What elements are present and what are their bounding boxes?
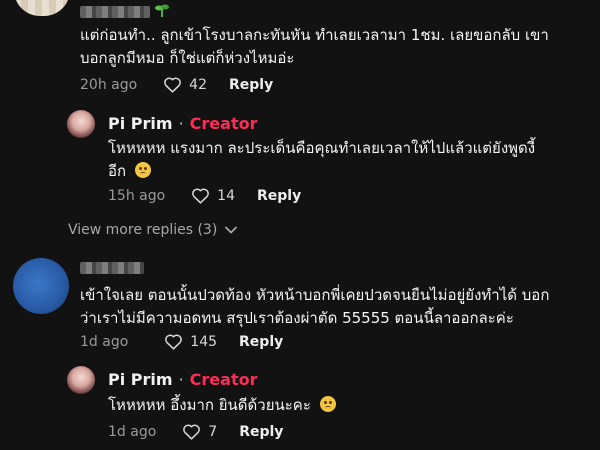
timestamp: 1d ago bbox=[108, 423, 157, 440]
view-more-replies-button[interactable]: View more replies (3) bbox=[68, 222, 238, 238]
reply-button[interactable]: Reply bbox=[229, 77, 273, 93]
reply-author[interactable]: Pi Prim · Creator bbox=[108, 370, 257, 389]
heart-outline-icon bbox=[183, 424, 201, 440]
timestamp: 20h ago bbox=[80, 76, 138, 93]
avatar[interactable] bbox=[14, 0, 70, 16]
reply-meta: 15h ago 14 Reply bbox=[108, 187, 301, 204]
comment-text: เข้าใจเลย ตอนนั้นปวดท้อง หัวหน้าบอกพี่เค… bbox=[80, 286, 550, 327]
separator: · bbox=[178, 114, 184, 133]
reply-text: โหหหหห แรงมาก ละประเด็นคือคุณทำเลยเวลาให… bbox=[108, 139, 536, 180]
timestamp: 15h ago bbox=[108, 187, 166, 204]
username-blurred[interactable] bbox=[80, 6, 150, 18]
heart-outline-icon bbox=[192, 188, 210, 204]
comment-meta: 1d ago 145 Reply bbox=[80, 333, 283, 350]
creator-avatar[interactable] bbox=[67, 366, 95, 394]
like-count: 42 bbox=[189, 76, 207, 93]
creator-avatar[interactable] bbox=[67, 110, 95, 138]
reply-text: โหหหหห อึ้งมาก ยินดีด้วยนะคะ bbox=[108, 394, 588, 417]
reply-author[interactable]: Pi Prim · Creator bbox=[108, 114, 257, 133]
username-blurred[interactable] bbox=[80, 262, 144, 274]
creator-badge: Creator bbox=[189, 370, 258, 389]
like-count: 145 bbox=[190, 333, 218, 350]
like-count: 7 bbox=[208, 423, 218, 440]
separator: · bbox=[178, 370, 184, 389]
view-more-label: View more replies (3) bbox=[68, 222, 218, 238]
sad-face-emoji-icon bbox=[134, 162, 151, 178]
comment-meta: 20h ago 42 Reply bbox=[80, 76, 273, 93]
avatar[interactable] bbox=[13, 258, 69, 314]
like-count: 14 bbox=[217, 187, 235, 204]
chevron-down-icon bbox=[225, 226, 238, 234]
author-name: Pi Prim bbox=[108, 370, 173, 389]
like-button[interactable]: 42 bbox=[163, 76, 207, 93]
heart-outline-icon bbox=[165, 334, 183, 350]
like-button[interactable]: 14 bbox=[191, 187, 235, 204]
heart-outline-icon bbox=[164, 77, 182, 93]
reply-meta: 1d ago 7 Reply bbox=[108, 423, 283, 440]
like-button[interactable]: 145 bbox=[164, 333, 217, 350]
timestamp: 1d ago bbox=[80, 333, 129, 350]
reply-button[interactable]: Reply bbox=[239, 424, 283, 440]
reply-button[interactable]: Reply bbox=[239, 334, 283, 350]
plant-emoji-icon bbox=[155, 4, 169, 17]
comment-text: แต่ก่อนทำ.. ลูกเข้าโรงบาลกะทันหัน ทำเลยเ… bbox=[80, 26, 549, 67]
reply-button[interactable]: Reply bbox=[257, 188, 301, 204]
creator-badge: Creator bbox=[189, 114, 258, 133]
sad-face-emoji-icon bbox=[319, 396, 336, 412]
like-button[interactable]: 7 bbox=[182, 423, 217, 440]
author-name: Pi Prim bbox=[108, 114, 173, 133]
